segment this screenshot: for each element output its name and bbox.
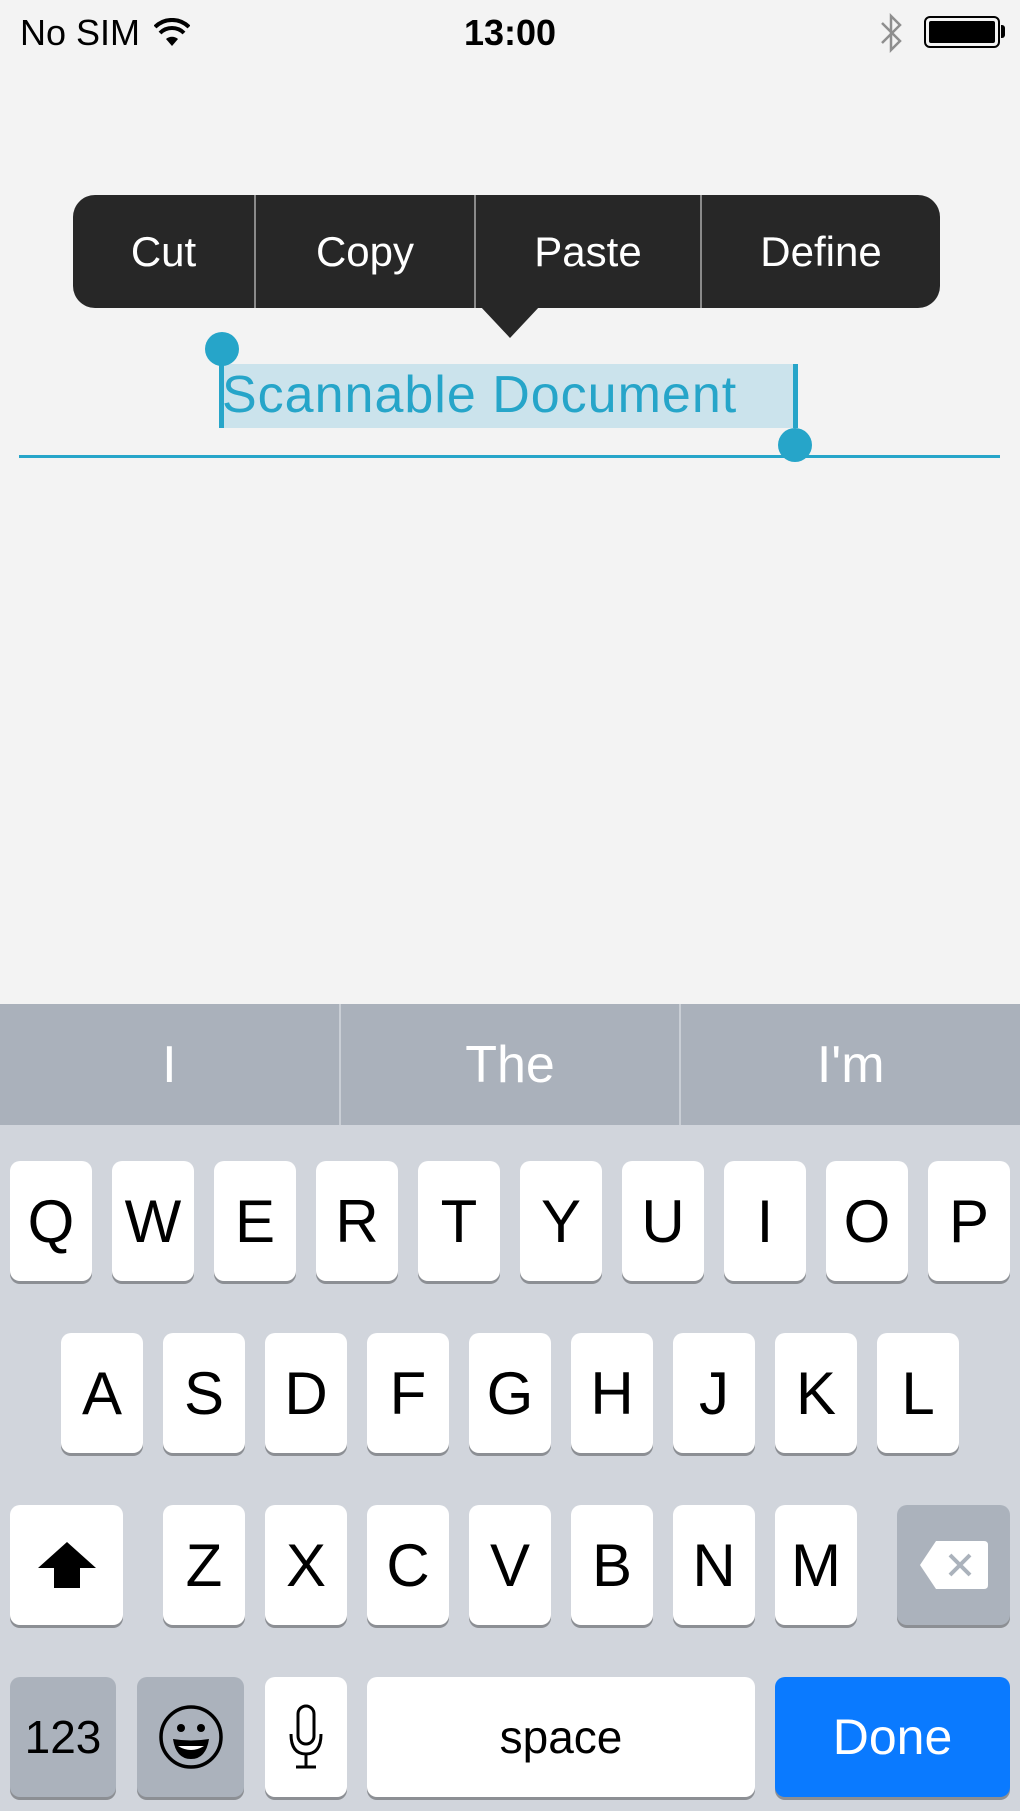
selection-end-caret: [793, 364, 798, 428]
edit-menu: Cut Copy Paste Define: [73, 195, 940, 308]
document-title-field[interactable]: Scannable Document: [222, 360, 796, 430]
space-key[interactable]: space: [367, 1677, 755, 1797]
microphone-icon: [289, 1704, 323, 1769]
key-f[interactable]: F: [367, 1333, 449, 1453]
done-key[interactable]: Done: [775, 1677, 1010, 1797]
key-i[interactable]: I: [724, 1161, 806, 1281]
key-y[interactable]: Y: [520, 1161, 602, 1281]
delete-icon: [919, 1541, 988, 1589]
key-r[interactable]: R: [316, 1161, 398, 1281]
key-t[interactable]: T: [418, 1161, 500, 1281]
key-e[interactable]: E: [214, 1161, 296, 1281]
key-x[interactable]: X: [265, 1505, 347, 1625]
bluetooth-icon: [881, 12, 902, 54]
microphone-key[interactable]: [265, 1677, 347, 1797]
key-v[interactable]: V: [469, 1505, 551, 1625]
suggestion-item[interactable]: I'm: [679, 1004, 1020, 1125]
key-n[interactable]: N: [673, 1505, 755, 1625]
shift-key[interactable]: [10, 1505, 123, 1625]
battery-icon: [924, 16, 1000, 48]
suggestion-item[interactable]: I: [0, 1004, 339, 1125]
status-time: 13:00: [463, 12, 557, 53]
key-d[interactable]: D: [265, 1333, 347, 1453]
field-underline: [19, 455, 1000, 458]
key-g[interactable]: G: [469, 1333, 551, 1453]
key-l[interactable]: L: [877, 1333, 959, 1453]
key-a[interactable]: A: [61, 1333, 143, 1453]
selection-start-handle[interactable]: [205, 332, 239, 366]
key-c[interactable]: C: [367, 1505, 449, 1625]
key-u[interactable]: U: [622, 1161, 704, 1281]
emoji-key[interactable]: [137, 1677, 244, 1797]
shift-icon: [37, 1542, 96, 1588]
numbers-key[interactable]: 123: [10, 1677, 116, 1797]
key-s[interactable]: S: [163, 1333, 245, 1453]
define-button[interactable]: Define: [700, 195, 940, 308]
key-o[interactable]: O: [826, 1161, 908, 1281]
cut-button[interactable]: Cut: [73, 195, 254, 308]
delete-key[interactable]: [897, 1505, 1010, 1625]
key-m[interactable]: M: [775, 1505, 857, 1625]
key-q[interactable]: Q: [10, 1161, 92, 1281]
key-b[interactable]: B: [571, 1505, 653, 1625]
suggestion-item[interactable]: The: [338, 1004, 680, 1125]
key-w[interactable]: W: [112, 1161, 194, 1281]
edit-menu-arrow: [480, 306, 540, 338]
key-p[interactable]: P: [928, 1161, 1010, 1281]
battery-tip: [1001, 25, 1005, 38]
keyboard: Q W E R T Y U I O P A S D F G H J K L Z …: [0, 1125, 1020, 1811]
key-h[interactable]: H: [571, 1333, 653, 1453]
key-z[interactable]: Z: [163, 1505, 245, 1625]
key-k[interactable]: K: [775, 1333, 857, 1453]
predictive-bar: I The I'm: [0, 1004, 1020, 1125]
paste-button[interactable]: Paste: [474, 195, 700, 308]
copy-button[interactable]: Copy: [254, 195, 474, 308]
key-j[interactable]: J: [673, 1333, 755, 1453]
emoji-icon: [158, 1705, 223, 1769]
selection-start-caret: [219, 364, 224, 428]
